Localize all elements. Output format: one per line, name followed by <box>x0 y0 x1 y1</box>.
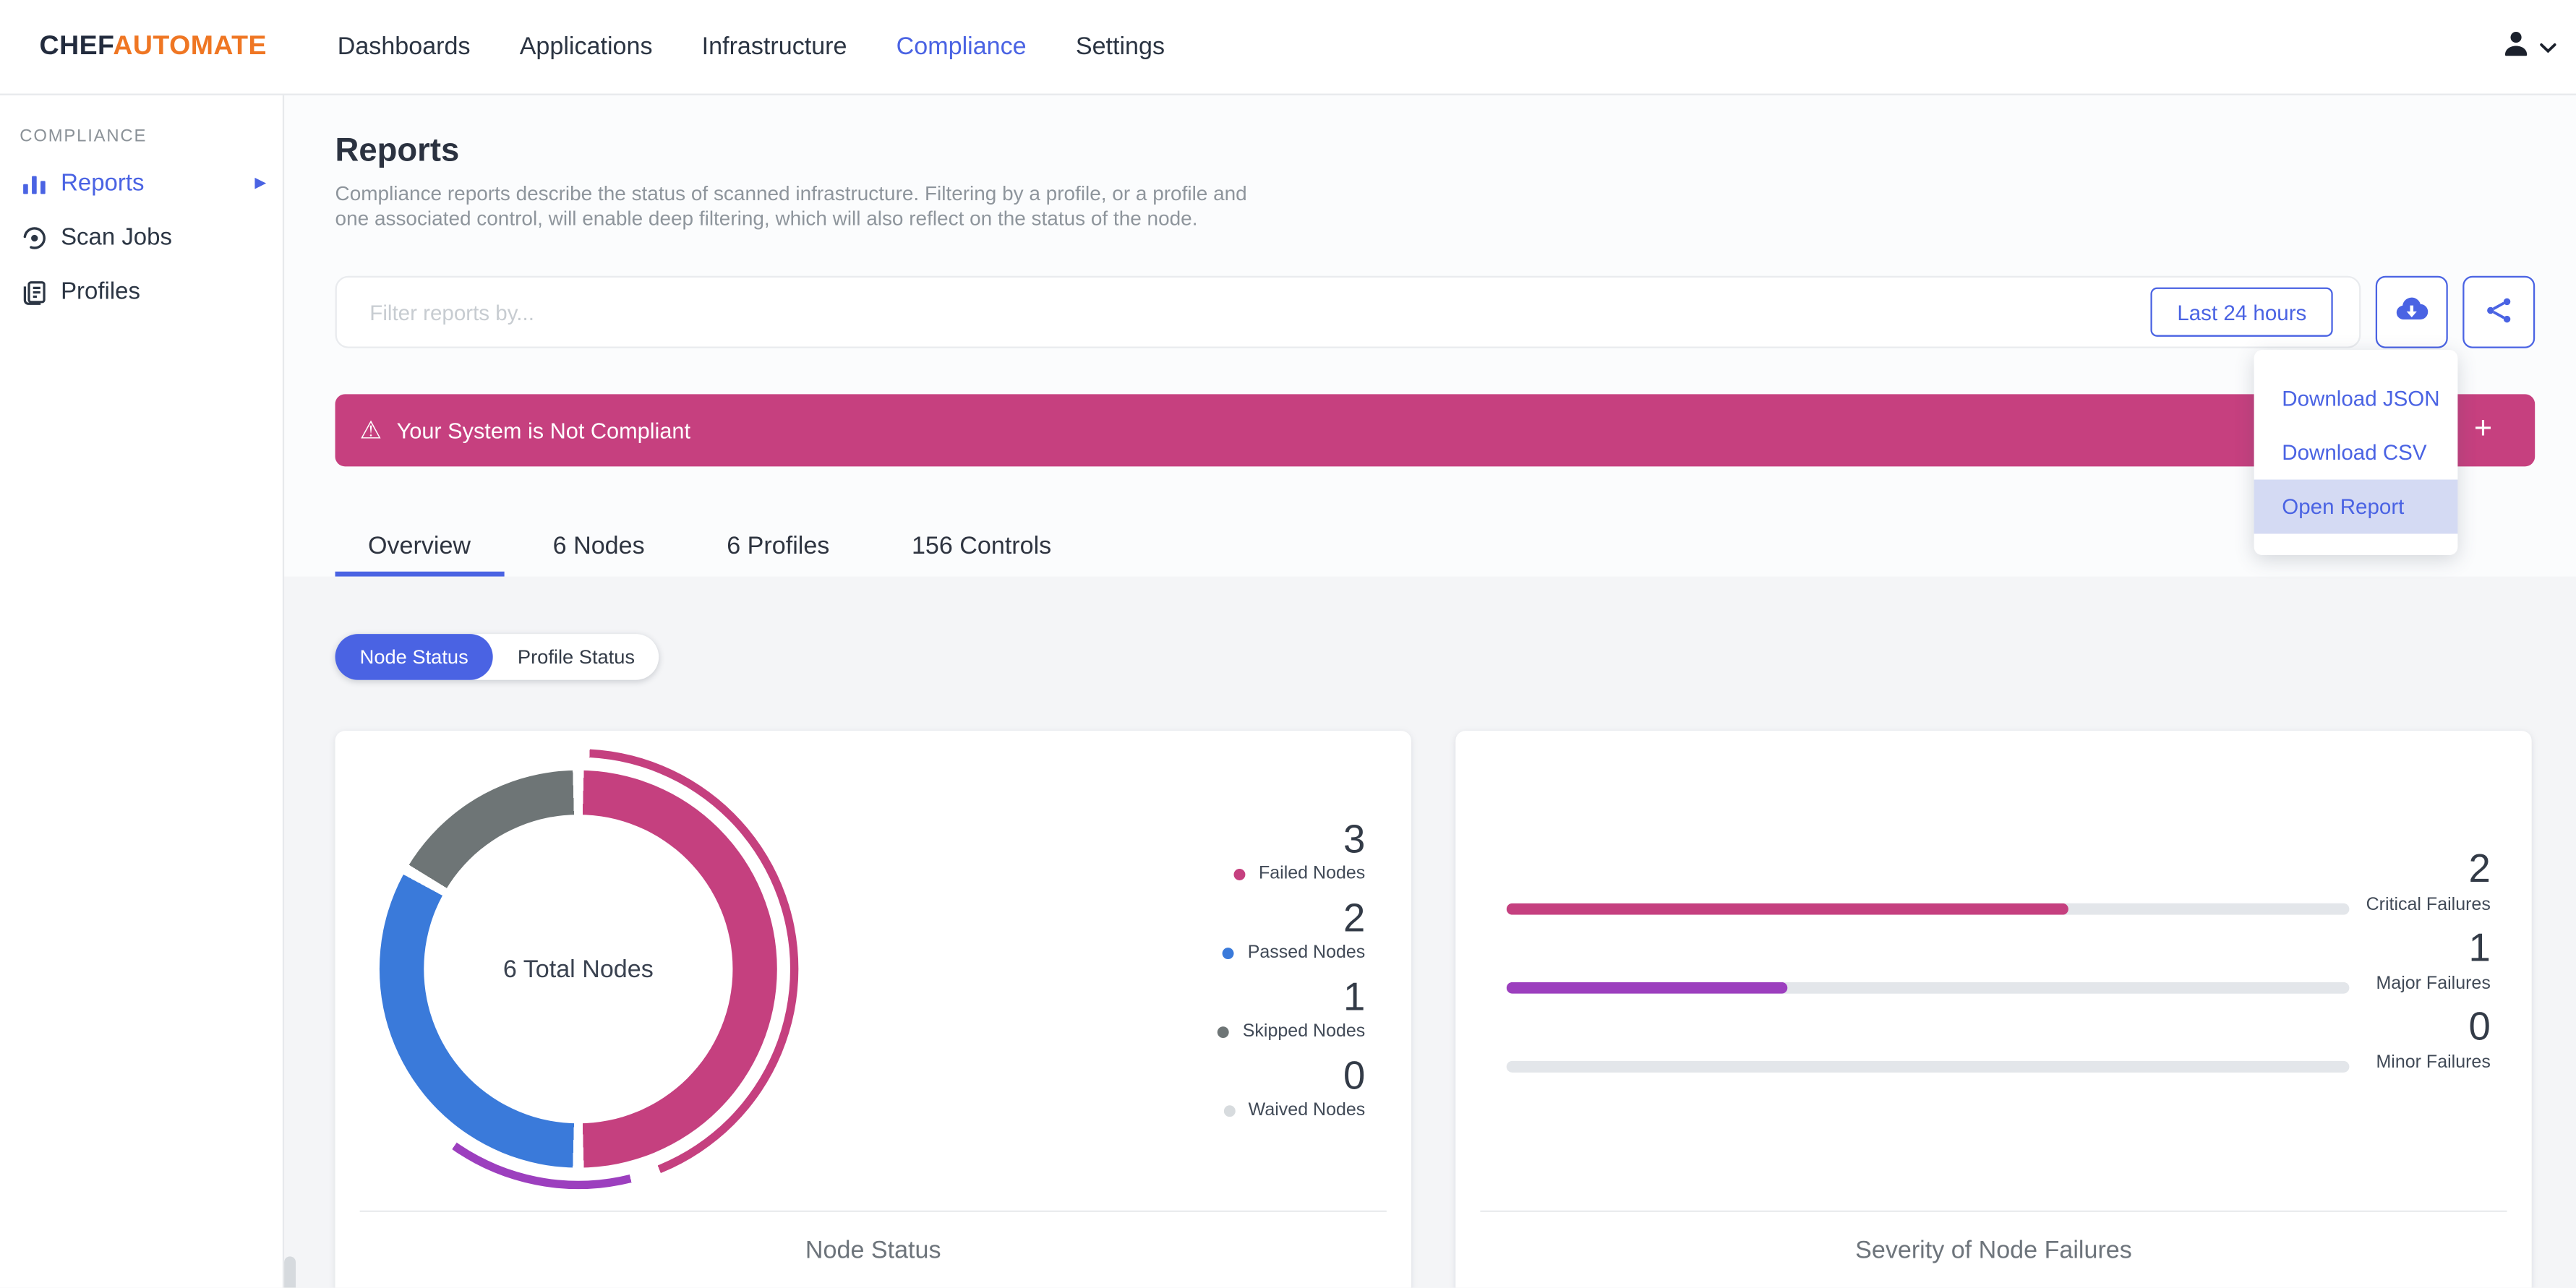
sidebar-item-profiles[interactable]: Profiles <box>0 265 283 319</box>
download-button[interactable] <box>2375 275 2448 348</box>
major-label: Major Failures <box>2376 974 2491 994</box>
scrollbar-thumb[interactable] <box>284 1256 296 1288</box>
tab-profiles[interactable]: 6 Profiles <box>694 520 863 576</box>
severity-caption: Severity of Node Failures <box>1855 1237 2132 1265</box>
skipped-dot-icon <box>1218 1026 1230 1037</box>
skipped-label: Skipped Nodes <box>1242 1021 1366 1042</box>
nav-settings[interactable]: Settings <box>1051 33 1189 61</box>
page-description-line-2: one associated control, will enable deep… <box>335 206 1198 229</box>
share-icon <box>2482 293 2515 331</box>
skipped-count: 1 <box>1343 975 1366 1021</box>
severity-card: 2 Critical Failures 1 Major Failures 0 M… <box>1455 731 2532 1288</box>
overview-charts: 6 Total Nodes 3 Failed Nodes 2 Passed No… <box>335 731 2532 1288</box>
top-nav-bar: CHEFAUTOMATE Dashboards Applications Inf… <box>0 0 2576 95</box>
bar-chart-icon <box>20 169 48 197</box>
tab-nodes[interactable]: 6 Nodes <box>520 520 677 576</box>
major-bar-fill <box>1506 982 1788 994</box>
node-status-caption: Node Status <box>805 1237 941 1265</box>
legend-item-passed: 2 Passed Nodes <box>1223 896 1366 964</box>
critical-label: Critical Failures <box>2366 895 2491 915</box>
share-button[interactable] <box>2462 275 2536 348</box>
nav-dashboards[interactable]: Dashboards <box>313 33 495 61</box>
download-menu: Download JSON Download CSV Open Report <box>2254 350 2458 556</box>
minor-count: 0 <box>2468 1005 2491 1050</box>
node-status-card: 6 Total Nodes 3 Failed Nodes 2 Passed No… <box>335 731 1411 1288</box>
chef-automate-logo[interactable]: CHEFAUTOMATE <box>40 31 267 62</box>
status-toggle: Node Status Profile Status <box>335 634 660 680</box>
waived-count: 0 <box>1343 1054 1366 1099</box>
critical-count: 2 <box>2468 847 2491 892</box>
minor-failures-row: 0 Minor Failures <box>1455 1005 2531 1086</box>
filter-toolbar: Last 24 hours <box>335 275 2536 348</box>
menu-item-download-json[interactable]: Download JSON <box>2254 372 2458 426</box>
user-profile-icon <box>2500 27 2531 66</box>
nav-compliance[interactable]: Compliance <box>872 33 1051 61</box>
critical-bar-fill <box>1506 903 2068 915</box>
filter-input[interactable] <box>366 298 2151 327</box>
major-bar-track <box>1506 982 2350 994</box>
page-description-line-1: Compliance reports describe the status o… <box>335 182 1247 206</box>
warning-icon: ⚠ <box>359 416 382 445</box>
passed-label: Passed Nodes <box>1247 943 1366 963</box>
filter-input-container: Last 24 hours <box>335 275 2361 348</box>
tab-controls[interactable]: 156 Controls <box>879 520 1084 576</box>
critical-failures-row: 2 Critical Failures <box>1455 849 2531 928</box>
major-failures-row: 1 Major Failures <box>1455 926 2531 1007</box>
page-title: Reports <box>335 133 460 170</box>
failed-dot-icon <box>1233 867 1246 880</box>
sidebar-item-label: Reports <box>61 170 145 197</box>
menu-item-download-csv[interactable]: Download CSV <box>2254 426 2458 480</box>
sidebar-item-scan-jobs[interactable]: Scan Jobs <box>0 210 283 265</box>
documents-stack-icon <box>20 278 48 306</box>
legend-item-waived: 0 Waived Nodes <box>1223 1054 1366 1122</box>
failed-count: 3 <box>1343 817 1366 862</box>
passed-count: 2 <box>1343 896 1366 942</box>
passed-dot-icon <box>1223 946 1235 958</box>
toggle-node-status[interactable]: Node Status <box>335 634 493 680</box>
chevron-down-icon <box>2540 32 2556 61</box>
report-tabs: Overview 6 Nodes 6 Profiles 156 Controls <box>335 520 1084 577</box>
expand-plus-icon[interactable]: + <box>2474 412 2492 448</box>
tab-overview[interactable]: Overview <box>335 520 504 577</box>
sidebar-item-label: Scan Jobs <box>61 224 172 251</box>
sidebar: COMPLIANCE Reports ▶ Scan Jobs Profiles <box>0 93 285 1288</box>
page-description: Compliance reports describe the status o… <box>335 182 1247 230</box>
scanner-target-icon <box>20 223 48 252</box>
compliance-banner: ⚠ Your System is Not Compliant ta + <box>335 394 2536 467</box>
failed-label: Failed Nodes <box>1258 864 1366 884</box>
logo-chef-text: CHEF <box>39 31 114 61</box>
legend-item-skipped: 1 Skipped Nodes <box>1218 975 1366 1043</box>
card-divider <box>359 1210 1387 1212</box>
sidebar-section-title: COMPLIANCE <box>20 126 147 147</box>
primary-nav: Dashboards Applications Infrastructure C… <box>313 33 1189 61</box>
minor-bar-track <box>1506 1060 2350 1073</box>
card-divider <box>1480 1210 2507 1212</box>
donut-center-label: 6 Total Nodes <box>502 955 654 983</box>
nav-applications[interactable]: Applications <box>495 33 677 61</box>
cloud-download-icon <box>2394 291 2430 332</box>
banner-message: Your System is Not Compliant <box>396 418 691 443</box>
node-status-donut-zone: 6 Total Nodes <box>358 749 799 1190</box>
time-range-button[interactable]: Last 24 hours <box>2150 287 2333 337</box>
menu-item-open-report[interactable]: Open Report <box>2254 479 2458 534</box>
critical-bar-track <box>1506 903 2350 915</box>
sidebar-item-reports[interactable]: Reports ▶ <box>0 156 283 210</box>
minor-label: Minor Failures <box>2376 1052 2491 1073</box>
nav-infrastructure[interactable]: Infrastructure <box>677 33 872 61</box>
major-count: 1 <box>2468 926 2491 971</box>
legend-item-failed: 3 Failed Nodes <box>1233 817 1366 885</box>
user-menu[interactable] <box>2500 27 2556 66</box>
sidebar-item-label: Profiles <box>61 278 140 305</box>
logo-automate-text: AUTOMATE <box>113 31 268 61</box>
toggle-profile-status[interactable]: Profile Status <box>493 634 659 680</box>
waived-dot-icon <box>1223 1104 1236 1117</box>
expand-right-icon: ▶ <box>254 173 267 191</box>
node-status-legend: 3 Failed Nodes 2 Passed Nodes 1 Skipped … <box>1218 817 1366 1135</box>
chef-automate-app: CHEFAUTOMATE Dashboards Applications Inf… <box>0 0 2576 1288</box>
waived-label: Waived Nodes <box>1248 1100 1366 1120</box>
